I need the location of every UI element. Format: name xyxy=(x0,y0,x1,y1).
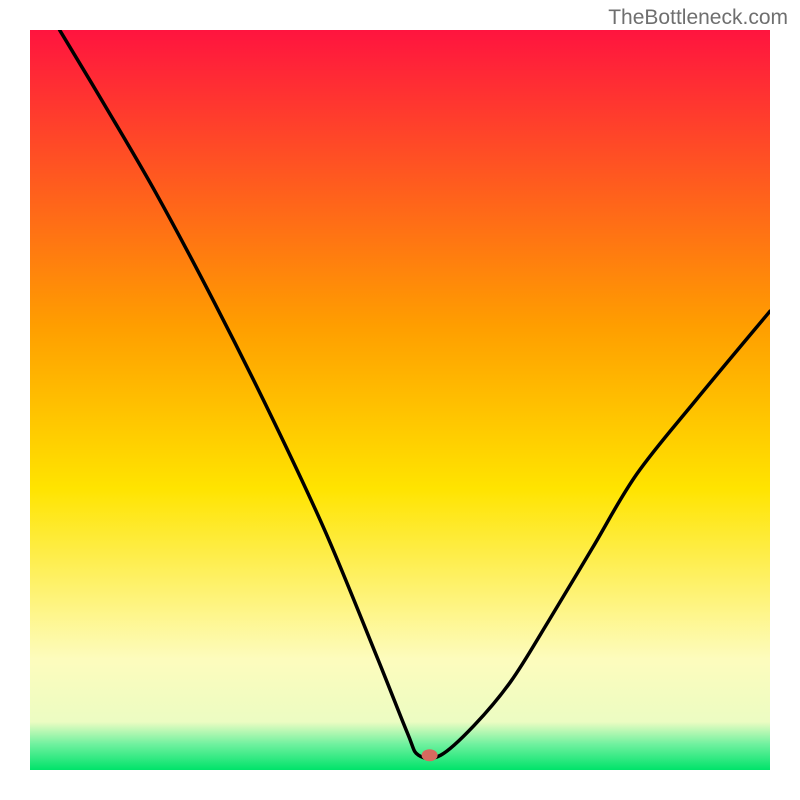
minimum-marker xyxy=(422,749,438,761)
bottleneck-chart xyxy=(30,30,770,770)
chart-background xyxy=(30,30,770,770)
watermark-text: TheBottleneck.com xyxy=(608,6,788,30)
chart-frame xyxy=(30,30,770,770)
